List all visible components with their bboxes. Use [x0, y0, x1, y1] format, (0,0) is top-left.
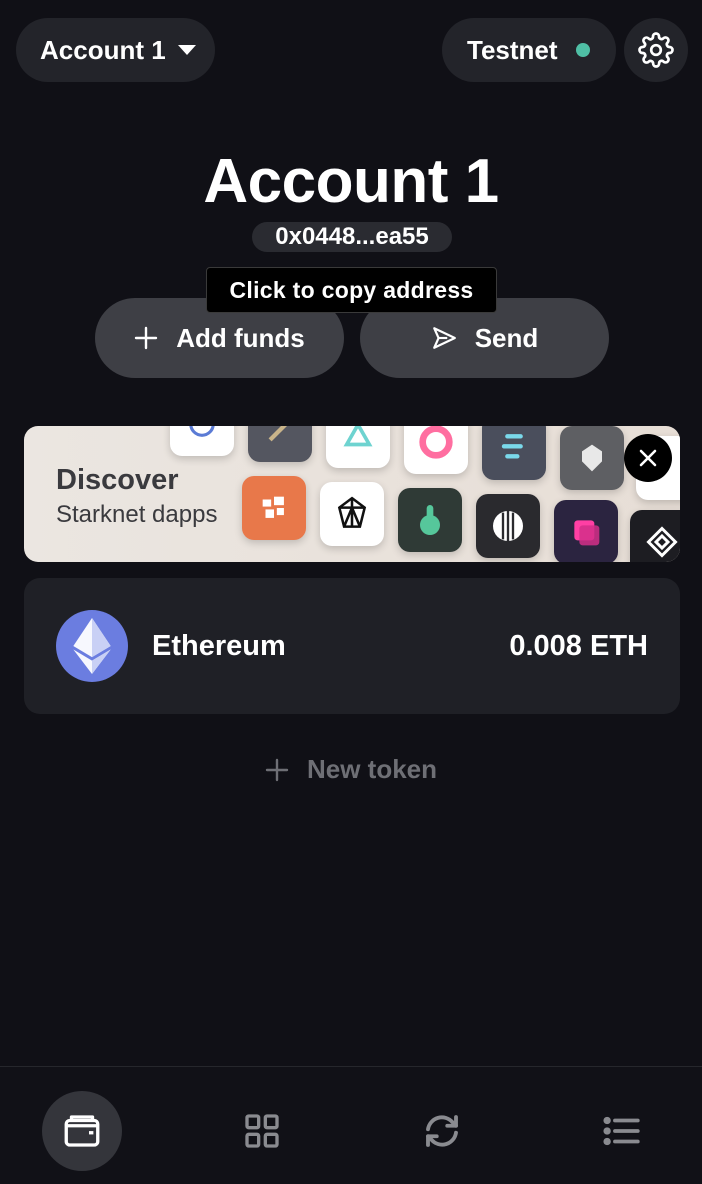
dapp-logo-8	[242, 476, 306, 540]
address-copy-chip[interactable]: 0x0448...ea55	[252, 222, 452, 252]
grid-icon	[245, 1114, 279, 1148]
add-funds-label: Add funds	[176, 322, 305, 353]
bottom-navigation	[0, 1066, 702, 1184]
nav-activity[interactable]	[582, 1091, 662, 1171]
new-token-button[interactable]: New token	[0, 754, 702, 785]
wallet-icon	[64, 1115, 100, 1147]
network-label: Testnet	[467, 34, 558, 65]
nav-swap[interactable]	[402, 1091, 482, 1171]
nav-apps[interactable]	[222, 1091, 302, 1171]
token-row-ethereum[interactable]: Ethereum 0.008 ETH	[24, 578, 680, 714]
network-status-dot	[575, 43, 590, 57]
dapp-logo-11	[476, 494, 540, 558]
dapp-logo-9	[320, 482, 384, 546]
discover-dapps-banner[interactable]: Discover Starknet dapps	[24, 426, 680, 562]
discover-subtitle: Starknet dapps	[56, 501, 218, 528]
plus-icon	[135, 326, 158, 350]
dapp-logo-4	[404, 426, 468, 474]
caret-down-icon	[177, 45, 196, 55]
dapp-logo-6	[560, 426, 624, 490]
gear-icon	[638, 32, 674, 68]
dapp-logo-12	[554, 500, 618, 562]
send-label: Send	[474, 322, 539, 353]
new-token-label: New token	[306, 754, 438, 784]
discover-title: Discover	[56, 464, 179, 496]
close-icon	[639, 449, 657, 467]
account-title: Account 1	[203, 147, 499, 216]
token-name: Ethereum	[152, 630, 286, 662]
dapp-logo-13	[630, 510, 680, 562]
dapp-logo-3	[326, 426, 390, 468]
list-icon	[603, 1116, 640, 1146]
dapp-logo-2	[248, 426, 312, 462]
ethereum-icon	[56, 610, 128, 682]
send-icon	[432, 327, 456, 349]
token-balance: 0.008 ETH	[509, 630, 648, 662]
copy-address-tooltip: Click to copy address	[206, 267, 497, 313]
settings-button[interactable]	[624, 18, 688, 82]
account-selector-label: Account 1	[40, 34, 166, 65]
dapp-logo-10	[398, 488, 462, 552]
close-banner-button[interactable]	[624, 434, 672, 482]
nav-wallet[interactable]	[42, 1091, 122, 1171]
account-selector[interactable]: Account 1	[16, 18, 215, 82]
swap-icon	[426, 1115, 458, 1147]
dapp-logo-5	[482, 426, 546, 480]
plus-icon	[265, 758, 289, 781]
network-selector[interactable]: Testnet	[442, 18, 616, 82]
dapp-logo-1	[170, 426, 234, 456]
